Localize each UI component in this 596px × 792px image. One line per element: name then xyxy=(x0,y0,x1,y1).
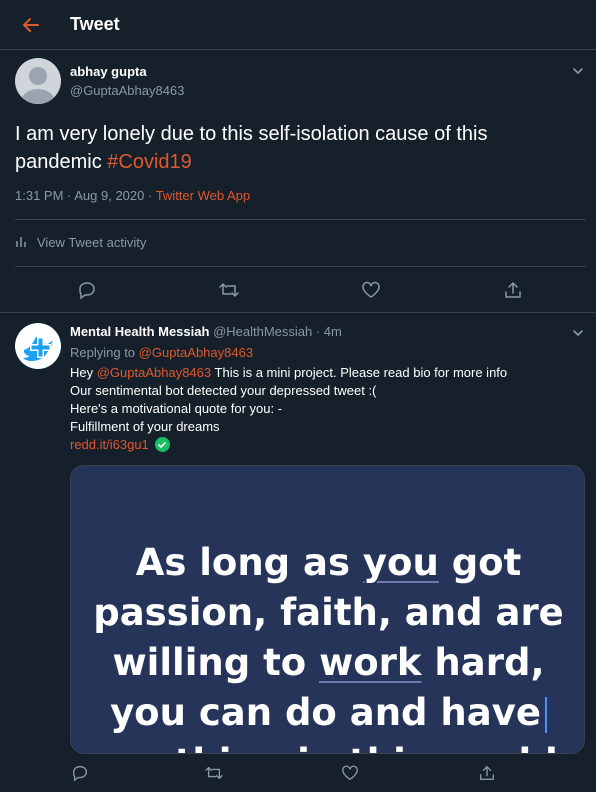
reply-line: Hey @GuptaAbhay8463 This is a mini proje… xyxy=(70,364,585,382)
quote-text: As long as you got passion, faith, and a… xyxy=(71,538,584,753)
tweet-meta: 1:31 PM · Aug 9, 2020 · Twitter Web App xyxy=(15,188,250,203)
check-icon xyxy=(154,437,170,452)
divider xyxy=(15,219,586,220)
reply-author-name[interactable]: Mental Health Messiah xyxy=(70,324,209,339)
author-avatar[interactable] xyxy=(15,58,61,104)
quote-line: As long as you got xyxy=(71,538,584,588)
quote-fragment: you can do and have xyxy=(110,691,541,734)
retweet-icon[interactable] xyxy=(218,279,240,301)
short-link[interactable]: redd.it/i63gu1 xyxy=(70,437,149,452)
top-bar: Tweet xyxy=(0,0,596,50)
share-icon[interactable] xyxy=(476,762,498,784)
chevron-down-icon[interactable] xyxy=(571,64,585,78)
author-name[interactable]: abhay gupta xyxy=(70,64,147,79)
tweet-text: I am very lonely due to this self-isolat… xyxy=(15,120,575,176)
back-arrow-icon[interactable] xyxy=(20,14,42,36)
author-handle[interactable]: @GuptaAbhay8463 xyxy=(70,83,184,98)
retweet-icon[interactable] xyxy=(203,762,225,784)
page-title: Tweet xyxy=(70,14,120,34)
text-caret xyxy=(544,696,547,733)
quote-line: anything in this world xyxy=(71,738,584,753)
divider xyxy=(0,312,596,313)
quote-fragment: you xyxy=(362,541,439,584)
reply-line-prefix: Hey xyxy=(70,365,97,380)
quote-fragment: As long as xyxy=(135,541,363,584)
tweet-actions xyxy=(0,276,596,304)
source-link[interactable]: Twitter Web App xyxy=(156,188,250,203)
quote-fragment: willing to xyxy=(112,641,320,684)
quote-line: willing to work hard, xyxy=(71,638,584,688)
reply-icon[interactable] xyxy=(69,762,91,784)
like-icon[interactable] xyxy=(360,279,382,301)
reply-header: Mental Health Messiah @HealthMessiah · 4… xyxy=(70,324,342,339)
chevron-down-icon[interactable] xyxy=(571,326,585,340)
replying-prefix: Replying to xyxy=(70,345,139,360)
tweet-body: I am very lonely due to this self-isolat… xyxy=(15,123,488,173)
reply-line-rest: This is a mini project. Please read bio … xyxy=(211,365,508,380)
quote-line: you can do and have xyxy=(71,688,584,738)
hashtag-link[interactable]: #Covid19 xyxy=(107,151,192,173)
replying-handle-link[interactable]: @GuptaAbhay8463 xyxy=(139,345,253,360)
quote-line: passion, faith, and are xyxy=(93,591,564,634)
reply-actions xyxy=(0,762,596,786)
quote-fragment: hard, xyxy=(421,641,545,684)
quote-fragment: got xyxy=(438,541,522,584)
divider xyxy=(15,266,586,267)
share-icon[interactable] xyxy=(502,279,524,301)
link-row: redd.it/i63gu1 xyxy=(70,437,170,452)
quote-fragment: work xyxy=(319,641,422,684)
reply-line: Our sentimental bot detected your depres… xyxy=(70,383,377,398)
bar-chart-icon xyxy=(15,234,29,251)
reply-icon[interactable] xyxy=(76,279,98,301)
reply-author-handle[interactable]: @HealthMessiah · 4m xyxy=(213,324,342,339)
reply-text: Hey @GuptaAbhay8463 This is a mini proje… xyxy=(70,364,585,436)
quote-image-card[interactable]: As long as you got passion, faith, and a… xyxy=(70,465,585,754)
timestamp[interactable]: 1:31 PM · Aug 9, 2020 · xyxy=(15,188,156,203)
reply-line: Fulfillment of your dreams xyxy=(70,419,220,434)
mention-link[interactable]: @GuptaAbhay8463 xyxy=(97,365,211,380)
replying-to: Replying to @GuptaAbhay8463 xyxy=(70,345,253,360)
bot-avatar[interactable] xyxy=(15,323,61,369)
tweet-activity-link[interactable]: View Tweet activity xyxy=(15,234,146,251)
reply-line: Here's a motivational quote for you: - xyxy=(70,401,283,416)
activity-label: View Tweet activity xyxy=(37,235,147,250)
like-icon[interactable] xyxy=(339,762,361,784)
